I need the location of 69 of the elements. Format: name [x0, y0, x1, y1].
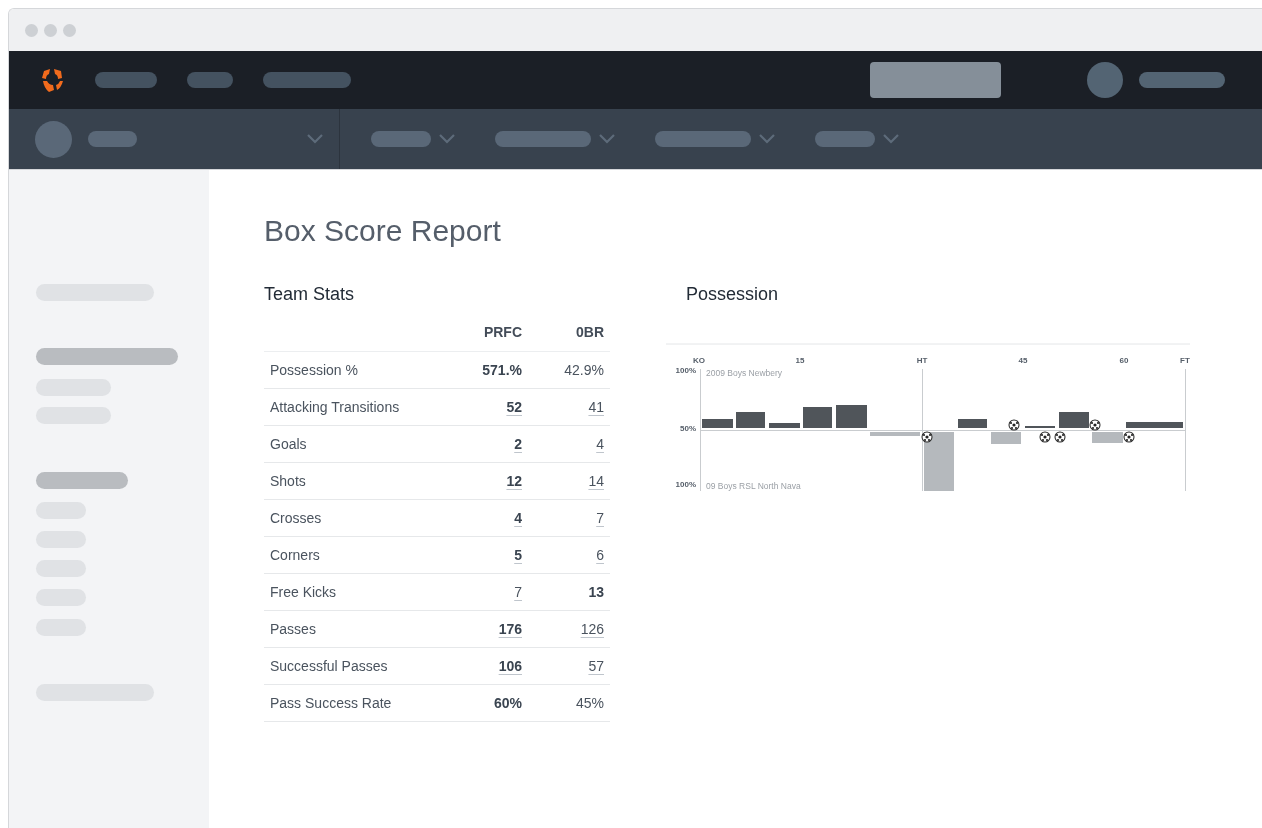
time-label: 45: [1018, 356, 1028, 365]
stat-link[interactable]: 4: [596, 436, 604, 452]
stat-link[interactable]: 126: [580, 621, 604, 637]
time-label: 60: [1119, 356, 1129, 365]
stat-label: Passes: [270, 621, 316, 637]
stat-label: Goals: [270, 436, 307, 452]
window-control-dot[interactable]: [63, 23, 76, 37]
stat-link[interactable]: 4: [514, 510, 522, 526]
nav-placeholder[interactable]: [95, 72, 157, 88]
chevron-down-icon[interactable]: [759, 134, 775, 144]
logo-icon: [39, 67, 65, 93]
team-label: 2009 Boys Newbery: [706, 368, 783, 378]
user-name-placeholder[interactable]: [1139, 72, 1225, 88]
stat-link[interactable]: 14: [588, 473, 604, 489]
stat-link[interactable]: 41: [588, 399, 604, 415]
team-name-placeholder[interactable]: [88, 131, 137, 147]
chevron-down-icon[interactable]: [439, 134, 455, 144]
time-label: 15: [795, 356, 805, 365]
axis-label: 100%: [675, 366, 696, 376]
chevron-down-icon[interactable]: [883, 134, 899, 144]
menu-placeholder[interactable]: [655, 131, 751, 147]
chevron-down-icon[interactable]: [599, 134, 615, 144]
time-label: KO: [693, 356, 705, 365]
button-placeholder[interactable]: [870, 62, 1001, 98]
section-title: Team Stats: [264, 284, 356, 305]
stat-link[interactable]: 7: [514, 584, 522, 600]
page-title: Box Score Report: [264, 214, 502, 248]
stat-value: 571.%: [482, 362, 522, 378]
stat-label: Free Kicks: [270, 584, 337, 600]
sidebar-item-placeholder[interactable]: [36, 472, 128, 489]
section-title: Possession: [686, 284, 780, 305]
team-label: 09 Boys RSL North Nava: [706, 481, 801, 491]
team-avatar[interactable]: [35, 120, 72, 158]
menu-placeholder[interactable]: [815, 131, 875, 147]
axis-label: 50%: [680, 424, 696, 434]
stat-label: Crosses: [270, 510, 322, 526]
stat-value: 42.9%: [564, 362, 604, 378]
stat-link[interactable]: 5: [514, 547, 522, 563]
stat-value: 45%: [575, 695, 604, 711]
axis-label: 100%: [675, 480, 696, 490]
nav-placeholder[interactable]: [187, 72, 233, 88]
stat-label: Corners: [270, 547, 320, 563]
stat-label: Attacking Transitions: [270, 399, 400, 415]
sidebar-item-placeholder[interactable]: [36, 348, 178, 365]
nav-placeholder[interactable]: [263, 72, 351, 88]
window-control-dot[interactable]: [25, 23, 38, 37]
menu-placeholder[interactable]: [371, 131, 431, 147]
time-label: HT: [916, 356, 928, 365]
stat-link[interactable]: 106: [498, 658, 522, 674]
stat-link[interactable]: 57: [588, 658, 604, 674]
column-header: PRFC: [446, 313, 528, 352]
stat-link[interactable]: 2: [514, 436, 522, 452]
stat-value: 60%: [493, 695, 522, 711]
stat-link[interactable]: 52: [506, 399, 522, 415]
stat-label: Pass Success Rate: [270, 695, 392, 711]
stat-link[interactable]: 6: [596, 547, 604, 563]
time-label: FT: [1180, 356, 1190, 365]
chevron-down-icon[interactable]: [307, 134, 323, 144]
column-header: 0BR: [528, 313, 610, 352]
stat-link[interactable]: 176: [498, 621, 522, 637]
avatar-circle[interactable]: [1087, 62, 1123, 98]
stat-label: Possession %: [270, 362, 358, 378]
stat-value: 13: [588, 584, 604, 600]
menu-placeholder[interactable]: [495, 131, 591, 147]
window-control-dot[interactable]: [44, 23, 57, 37]
stat-link[interactable]: 7: [596, 510, 604, 526]
stat-label: Shots: [270, 473, 306, 489]
stat-link[interactable]: 12: [506, 473, 522, 489]
stat-label: Successful Passes: [270, 658, 388, 674]
